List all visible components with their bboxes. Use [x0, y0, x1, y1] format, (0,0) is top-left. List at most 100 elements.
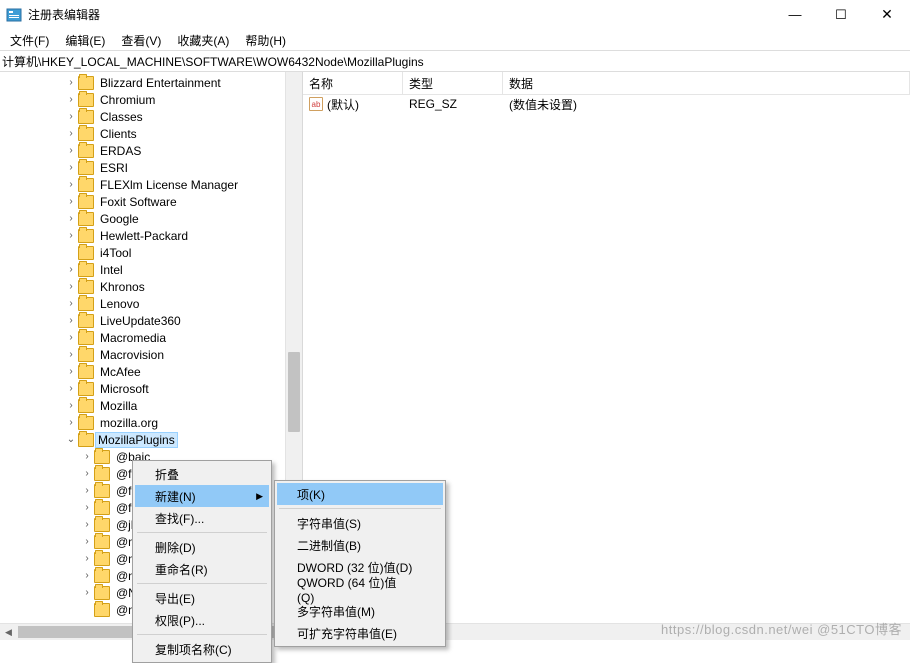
chevron-right-icon[interactable]: › — [64, 315, 78, 326]
chevron-right-icon[interactable]: › — [64, 230, 78, 241]
folder-icon — [78, 76, 94, 90]
ctx-collapse[interactable]: 折叠 — [135, 463, 269, 485]
chevron-right-icon[interactable]: › — [64, 179, 78, 190]
tree-item-lenovo[interactable]: ›Lenovo — [0, 295, 302, 312]
menu-edit[interactable]: 编辑(E) — [59, 30, 111, 51]
col-header-type[interactable]: 类型 — [403, 72, 503, 94]
chevron-right-icon[interactable]: › — [64, 94, 78, 105]
tree-item-mozillaplugins[interactable]: ⌄ MozillaPlugins — [0, 431, 302, 448]
folder-icon — [78, 382, 94, 396]
tree-item-erdas[interactable]: ›ERDAS — [0, 142, 302, 159]
chevron-right-icon[interactable]: › — [64, 111, 78, 122]
ctx-new-binary[interactable]: 二进制值(B) — [277, 534, 443, 556]
chevron-right-icon[interactable]: › — [64, 213, 78, 224]
folder-icon — [78, 433, 94, 447]
tree-item-classes[interactable]: ›Classes — [0, 108, 302, 125]
chevron-right-icon[interactable]: › — [80, 553, 94, 564]
ctx-export[interactable]: 导出(E) — [135, 587, 269, 609]
tree-item-microsoft[interactable]: ›Microsoft — [0, 380, 302, 397]
ctx-new-expandstring[interactable]: 可扩充字符串值(E) — [277, 622, 443, 644]
ctx-new[interactable]: 新建(N)▶ — [135, 485, 269, 507]
chevron-right-icon[interactable]: › — [64, 196, 78, 207]
col-header-name[interactable]: 名称 — [303, 72, 403, 94]
minimize-button[interactable]: — — [772, 0, 818, 29]
value-row[interactable]: ab(默认)REG_SZ(数值未设置) — [303, 95, 910, 113]
chevron-right-icon[interactable]: › — [64, 366, 78, 377]
address-bar[interactable]: 计算机\HKEY_LOCAL_MACHINE\SOFTWARE\WOW6432N… — [0, 50, 910, 72]
menu-view[interactable]: 查看(V) — [115, 30, 167, 51]
tree-item-intel[interactable]: ›Intel — [0, 261, 302, 278]
tree-item-macromedia[interactable]: › Macromedia — [0, 329, 302, 346]
menu-favorites[interactable]: 收藏夹(A) — [171, 30, 235, 51]
tree-item-label: Macromedia — [98, 331, 168, 345]
chevron-right-icon[interactable]: › — [80, 570, 94, 581]
tree-item-mozilla[interactable]: ›Mozilla — [0, 397, 302, 414]
chevron-right-icon[interactable]: › — [80, 485, 94, 496]
tree-scrollbar-thumb[interactable] — [288, 352, 300, 432]
ctx-rename[interactable]: 重命名(R) — [135, 558, 269, 580]
chevron-right-icon[interactable]: › — [64, 349, 78, 360]
ctx-new-qword[interactable]: QWORD (64 位)值(Q) — [277, 578, 443, 600]
tree-item-label: Blizzard Entertainment — [98, 76, 223, 90]
chevron-right-icon[interactable]: › — [64, 145, 78, 156]
menu-file[interactable]: 文件(F) — [4, 30, 55, 51]
ctx-new-string[interactable]: 字符串值(S) — [277, 512, 443, 534]
chevron-right-icon[interactable]: › — [80, 468, 94, 479]
titlebar: 注册表编辑器 — ☐ ✕ — [0, 0, 910, 30]
tree-item-liveupdate360[interactable]: › LiveUpdate360 — [0, 312, 302, 329]
chevron-right-icon[interactable]: › — [64, 128, 78, 139]
tree-item-flexlm-license-manager[interactable]: ›FLEXlm License Manager — [0, 176, 302, 193]
ctx-separator — [279, 508, 441, 509]
tree-item-hewlett-packard[interactable]: ›Hewlett-Packard — [0, 227, 302, 244]
context-menu-new: 项(K) 字符串值(S) 二进制值(B) DWORD (32 位)值(D) QW… — [274, 480, 446, 647]
chevron-right-icon[interactable]: › — [64, 332, 78, 343]
ctx-new-multistring[interactable]: 多字符串值(M) — [277, 600, 443, 622]
chevron-right-icon[interactable]: › — [64, 298, 78, 309]
chevron-right-icon[interactable]: › — [80, 519, 94, 530]
tree-item-label: Clients — [98, 127, 139, 141]
window-title: 注册表编辑器 — [28, 6, 772, 23]
tree-item-mozilla-org[interactable]: ›mozilla.org — [0, 414, 302, 431]
chevron-right-icon[interactable]: › — [64, 162, 78, 173]
tree-item-label: LiveUpdate360 — [98, 314, 183, 328]
chevron-right-icon[interactable]: › — [80, 451, 94, 462]
tree-item-label: i4Tool — [98, 246, 133, 260]
ctx-copy-key-name[interactable]: 复制项名称(C) — [135, 638, 269, 660]
folder-icon — [78, 178, 94, 192]
chevron-right-icon[interactable]: › — [80, 536, 94, 547]
tree-item-google[interactable]: ›Google — [0, 210, 302, 227]
menu-help[interactable]: 帮助(H) — [239, 30, 292, 51]
tree-item-blizzard-entertainment[interactable]: › Blizzard Entertainment — [0, 74, 302, 91]
chevron-right-icon[interactable]: › — [64, 417, 78, 428]
tree-item-esri[interactable]: ›ESRI — [0, 159, 302, 176]
close-button[interactable]: ✕ — [864, 0, 910, 29]
tree-item-foxit-software[interactable]: ›Foxit Software — [0, 193, 302, 210]
folder-icon — [78, 416, 94, 430]
tree-item-chromium[interactable]: ›Chromium — [0, 91, 302, 108]
ctx-find[interactable]: 查找(F)... — [135, 507, 269, 529]
values-header[interactable]: 名称 类型 数据 — [303, 72, 910, 95]
tree-item-i4tool[interactable]: i4Tool — [0, 244, 302, 261]
tree-item-clients[interactable]: › Clients — [0, 125, 302, 142]
tree-item-khronos[interactable]: ›Khronos — [0, 278, 302, 295]
chevron-right-icon[interactable]: › — [64, 281, 78, 292]
ctx-new-key[interactable]: 项(K) — [277, 483, 443, 505]
chevron-right-icon[interactable]: › — [80, 502, 94, 513]
tree-item-mcafee[interactable]: ›McAfee — [0, 363, 302, 380]
chevron-right-icon[interactable]: › — [64, 77, 78, 88]
chevron-right-icon[interactable]: › — [64, 400, 78, 411]
maximize-button[interactable]: ☐ — [818, 0, 864, 29]
folder-icon — [94, 450, 110, 464]
chevron-right-icon[interactable]: › — [80, 587, 94, 598]
scroll-left-arrow[interactable]: ◀ — [0, 624, 17, 640]
tree-item-macrovision[interactable]: ›Macrovision — [0, 346, 302, 363]
col-header-data[interactable]: 数据 — [503, 72, 910, 94]
chevron-down-icon[interactable]: ⌄ — [64, 434, 78, 445]
chevron-right-icon[interactable]: › — [64, 264, 78, 275]
chevron-right-icon[interactable]: › — [64, 383, 78, 394]
ctx-permissions[interactable]: 权限(P)... — [135, 609, 269, 631]
values-list[interactable]: ab(默认)REG_SZ(数值未设置) — [303, 95, 910, 113]
ctx-delete[interactable]: 删除(D) — [135, 536, 269, 558]
tree-item-label: MozillaPlugins — [95, 432, 178, 448]
folder-icon — [78, 246, 94, 260]
